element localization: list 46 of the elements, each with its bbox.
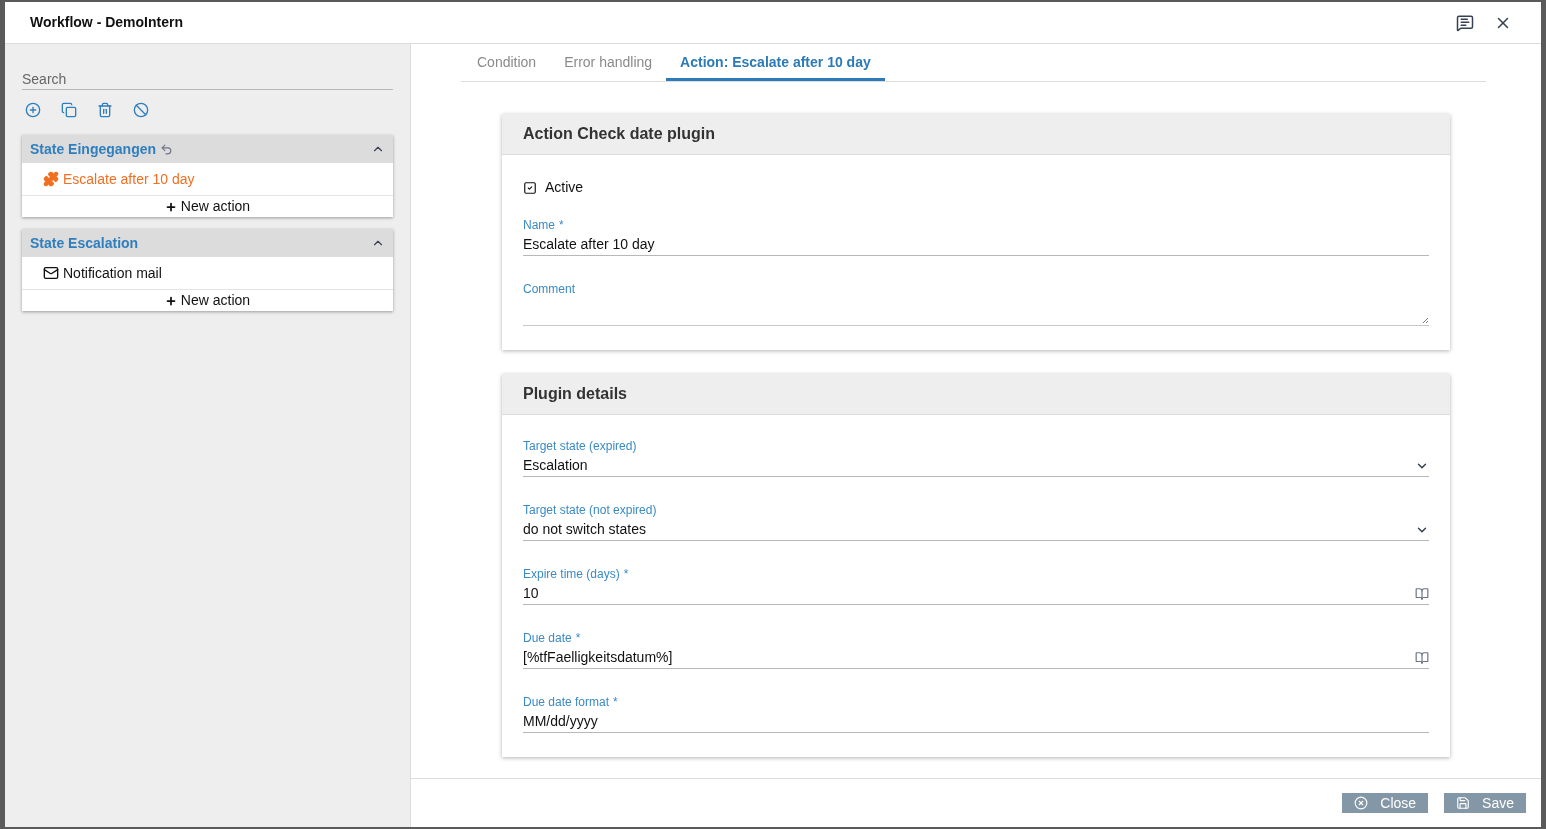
delete-icon[interactable] <box>97 102 113 118</box>
search-field[interactable]: Search <box>22 70 393 90</box>
mail-icon <box>43 265 59 281</box>
state-title: State Escalation <box>30 233 139 253</box>
tab[interactable]: Condition <box>463 44 551 81</box>
required-mark: * <box>623 566 629 583</box>
required-mark: * <box>559 217 564 234</box>
action-label: Escalate after 10 day <box>63 169 195 189</box>
save-icon <box>1456 796 1471 810</box>
field-label: Target state (expired) <box>523 438 637 455</box>
tab[interactable]: Action: Escalate after 10 day <box>666 44 885 81</box>
copy-icon[interactable] <box>61 102 77 118</box>
input-field[interactable]: MM/dd/yyyy <box>523 711 1429 733</box>
add-icon[interactable] <box>25 102 41 118</box>
puzzle-icon <box>43 171 59 187</box>
close-circle-icon <box>1354 796 1369 810</box>
required-mark: * <box>613 694 618 711</box>
action-item[interactable]: Notification mail <box>22 257 393 290</box>
required-mark: * <box>575 630 581 647</box>
new-action-button[interactable]: New action <box>22 290 393 311</box>
select-field[interactable]: Escalation <box>523 455 1429 477</box>
field-label: Due date <box>523 630 572 647</box>
state-title: State Eingegangen <box>30 139 157 159</box>
field-label: Target state (not expired) <box>523 502 657 519</box>
book-icon[interactable] <box>1415 650 1429 665</box>
plus-icon <box>164 200 177 213</box>
book-icon[interactable] <box>1415 586 1429 601</box>
field-label: Name <box>523 217 555 234</box>
select-field[interactable]: do not switch states <box>523 519 1429 541</box>
field-label: Comment <box>523 281 575 298</box>
card-title: Plugin details <box>523 384 627 404</box>
input-field[interactable]: 10 <box>523 583 1429 605</box>
disable-icon[interactable] <box>133 102 149 118</box>
resize-grip-icon <box>1422 317 1429 324</box>
input-field[interactable]: [%tfFaelligkeitsdatum%] <box>523 647 1429 669</box>
card-title: Action Check date plugin <box>523 124 715 144</box>
help-icon[interactable] <box>1456 13 1474 32</box>
field-label: Expire time (days) <box>523 566 620 583</box>
new-action-button[interactable]: New action <box>22 196 393 217</box>
plus-icon <box>164 294 177 307</box>
field-label: Due date format <box>523 694 610 711</box>
input-field[interactable]: Escalate after 10 day <box>523 234 1429 256</box>
active-checkbox[interactable]: Active <box>523 177 1429 198</box>
action-label: Notification mail <box>63 263 162 283</box>
window-title: Workflow - DemoIntern <box>30 13 183 32</box>
tab[interactable]: Error handling <box>550 44 667 81</box>
